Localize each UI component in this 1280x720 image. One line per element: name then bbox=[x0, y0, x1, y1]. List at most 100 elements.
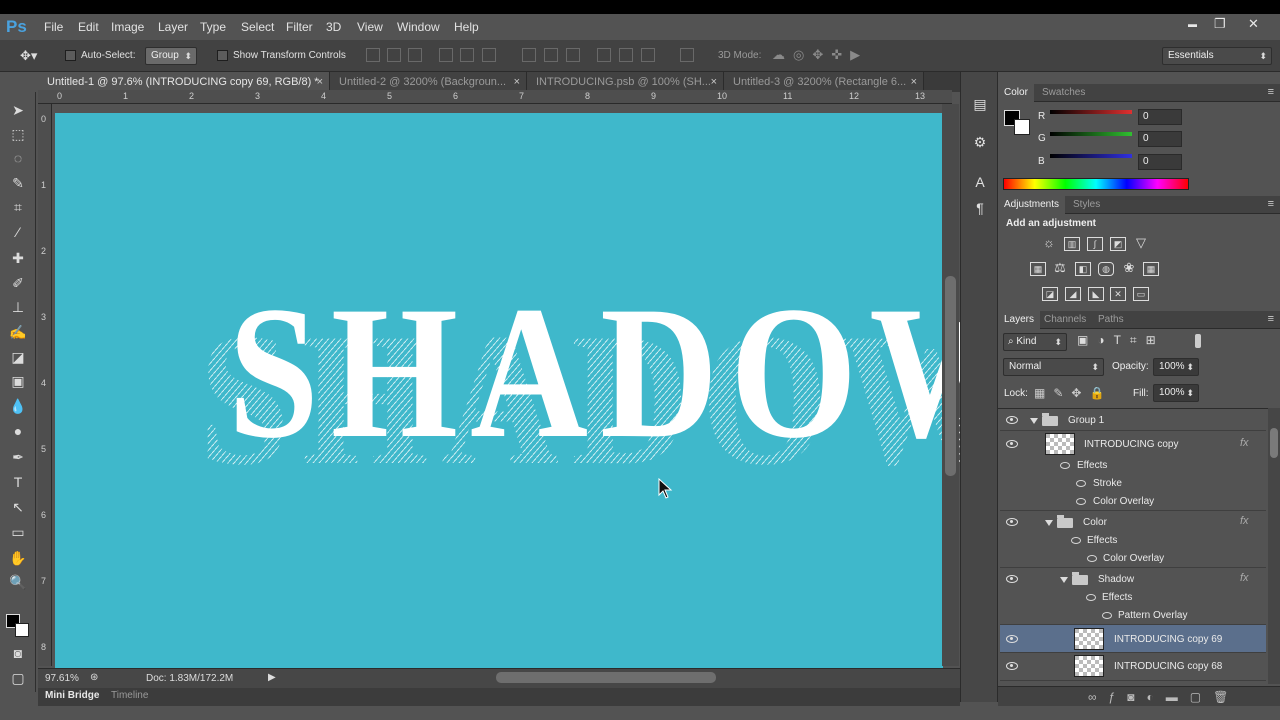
path-select-tool-icon[interactable]: ↖ bbox=[8, 497, 28, 517]
menu-layer[interactable]: Layer bbox=[158, 20, 188, 34]
channel-b-slider[interactable] bbox=[1050, 154, 1132, 158]
tab-channels[interactable]: Channels bbox=[1038, 311, 1092, 329]
effect-eye-icon[interactable] bbox=[1071, 537, 1081, 544]
vibrance-icon[interactable]: ▽ bbox=[1133, 236, 1149, 251]
hue-saturation-icon[interactable]: ▦ bbox=[1030, 262, 1046, 276]
close-tab-icon[interactable]: × bbox=[317, 72, 323, 92]
distribute-right-icon[interactable] bbox=[641, 48, 655, 62]
horizontal-scroll-thumb[interactable] bbox=[496, 672, 716, 683]
photo-filter-icon[interactable]: ◍ bbox=[1098, 262, 1114, 276]
visibility-eye-icon[interactable] bbox=[1006, 575, 1018, 583]
auto-align-icon[interactable] bbox=[680, 48, 694, 62]
expand-arrow-icon[interactable] bbox=[1030, 418, 1038, 424]
menu-3d[interactable]: 3D bbox=[326, 20, 341, 34]
color-spectrum-ramp[interactable] bbox=[1003, 178, 1189, 190]
menu-help[interactable]: Help bbox=[454, 20, 479, 34]
layer-effects-fx-icon[interactable]: fx bbox=[1240, 572, 1249, 584]
color-balance-icon[interactable]: ⚖ bbox=[1052, 261, 1068, 276]
visibility-eye-icon[interactable] bbox=[1006, 518, 1018, 526]
lasso-tool-icon[interactable]: ◌ bbox=[8, 148, 28, 168]
menu-image[interactable]: Image bbox=[111, 20, 144, 34]
opacity-field[interactable]: 100% bbox=[1153, 358, 1199, 376]
gradient-map-icon[interactable]: ▭ bbox=[1133, 287, 1149, 301]
threshold-icon[interactable]: ◣ bbox=[1088, 287, 1104, 301]
minimize-button[interactable]: ▬ bbox=[1188, 19, 1197, 29]
rectangle-tool-icon[interactable]: ▭ bbox=[8, 522, 28, 542]
distribute-left-icon[interactable] bbox=[597, 48, 611, 62]
history-brush-icon[interactable]: ✍ bbox=[8, 322, 28, 342]
move-tool-icon[interactable]: ➤ bbox=[8, 100, 28, 120]
tab-paths[interactable]: Paths bbox=[1092, 311, 1130, 329]
history-panel-icon[interactable]: ▤ bbox=[970, 94, 990, 114]
channel-b-value[interactable]: 0 bbox=[1138, 154, 1182, 170]
tab-untitled-1[interactable]: Untitled-1 @ 97.6% (INTRODUCING copy 69,… bbox=[38, 72, 330, 92]
auto-select-dropdown[interactable]: Group bbox=[145, 47, 197, 65]
gradient-tool-icon[interactable]: ▣ bbox=[8, 371, 28, 391]
layer-row[interactable] bbox=[1000, 409, 1266, 431]
layer-kind-filter[interactable]: ⌕ Kind bbox=[1003, 333, 1067, 351]
tab-introducing-psb[interactable]: INTRODUCING.psb @ 100% (SH... × bbox=[527, 72, 724, 92]
close-tab-icon[interactable]: × bbox=[911, 72, 917, 92]
exposure-icon[interactable]: ◩ bbox=[1110, 237, 1126, 251]
levels-icon[interactable]: ▥ bbox=[1064, 237, 1080, 251]
blend-mode-dropdown[interactable]: Normal bbox=[1003, 358, 1104, 376]
layer-effects-fx-icon[interactable]: fx bbox=[1240, 515, 1249, 527]
posterize-icon[interactable]: ◢ bbox=[1065, 287, 1081, 301]
menu-file[interactable]: File bbox=[44, 20, 63, 34]
effect-eye-icon[interactable] bbox=[1086, 594, 1096, 601]
tab-swatches[interactable]: Swatches bbox=[1036, 84, 1091, 102]
stamp-tool-icon[interactable]: ⊥ bbox=[8, 297, 28, 317]
menu-view[interactable]: View bbox=[357, 20, 383, 34]
background-color-swatch[interactable] bbox=[15, 623, 29, 637]
eraser-tool-icon[interactable]: ◪ bbox=[8, 347, 28, 367]
pen-tool-icon[interactable]: ✒ bbox=[8, 447, 28, 467]
menu-edit[interactable]: Edit bbox=[78, 20, 99, 34]
close-tab-icon[interactable]: × bbox=[711, 72, 717, 92]
selective-color-icon[interactable]: ✕ bbox=[1110, 287, 1126, 301]
invert-icon[interactable]: ◪ bbox=[1042, 287, 1058, 301]
effect-eye-icon[interactable] bbox=[1076, 480, 1086, 487]
channel-g-value[interactable]: 0 bbox=[1138, 131, 1182, 147]
dodge-tool-icon[interactable]: ● bbox=[8, 421, 28, 441]
blur-tool-icon[interactable]: 💧 bbox=[8, 396, 28, 416]
align-vcenter-icon[interactable] bbox=[387, 48, 401, 62]
distribute-bottom-icon[interactable] bbox=[566, 48, 580, 62]
effect-eye-icon[interactable] bbox=[1060, 462, 1070, 469]
visibility-eye-icon[interactable] bbox=[1006, 662, 1018, 670]
workspace-dropdown[interactable]: Essentials bbox=[1162, 47, 1272, 65]
filter-toggle-icon[interactable] bbox=[1195, 334, 1201, 348]
visibility-eye-icon[interactable] bbox=[1006, 440, 1018, 448]
menu-window[interactable]: Window bbox=[397, 20, 440, 34]
channel-mixer-icon[interactable]: ❀ bbox=[1121, 261, 1137, 276]
paragraph-panel-icon[interactable]: ¶ bbox=[970, 198, 990, 218]
channel-g-slider[interactable] bbox=[1050, 132, 1132, 136]
screen-mode-icon[interactable]: ▢ bbox=[8, 668, 28, 688]
auto-select-checkbox[interactable] bbox=[65, 50, 76, 61]
color-bg-swatch[interactable] bbox=[1014, 119, 1030, 135]
distribute-vcenter-icon[interactable] bbox=[544, 48, 558, 62]
tab-color[interactable]: Color bbox=[998, 84, 1034, 102]
move-tool-preset-icon[interactable]: ✥▾ bbox=[20, 48, 37, 64]
color-lookup-icon[interactable]: ▦ bbox=[1143, 262, 1159, 276]
status-info-icon[interactable]: ⊛ bbox=[90, 672, 98, 683]
brush-tool-icon[interactable]: ✐ bbox=[8, 273, 28, 293]
align-hcenter-icon[interactable] bbox=[460, 48, 474, 62]
zoom-level[interactable]: 97.61% bbox=[45, 673, 79, 684]
layer-effects-fx-icon[interactable]: fx bbox=[1240, 437, 1249, 449]
align-right-icon[interactable] bbox=[482, 48, 496, 62]
black-white-icon[interactable]: ◧ bbox=[1075, 262, 1091, 276]
close-tab-icon[interactable]: × bbox=[514, 72, 520, 92]
channel-r-value[interactable]: 0 bbox=[1138, 109, 1182, 125]
tab-mini-bridge[interactable]: Mini Bridge bbox=[45, 690, 99, 701]
tab-styles[interactable]: Styles bbox=[1067, 196, 1106, 214]
visibility-eye-icon[interactable] bbox=[1006, 635, 1018, 643]
align-top-icon[interactable] bbox=[366, 48, 380, 62]
status-menu-arrow-icon[interactable]: ▶ bbox=[268, 672, 276, 683]
menu-select[interactable]: Select bbox=[241, 20, 274, 34]
properties-panel-icon[interactable]: ⚙ bbox=[970, 132, 990, 152]
marquee-tool-icon[interactable]: ⬚ bbox=[8, 124, 28, 144]
visibility-eye-icon[interactable] bbox=[1006, 416, 1018, 424]
distribute-hcenter-icon[interactable] bbox=[619, 48, 633, 62]
align-left-icon[interactable] bbox=[439, 48, 453, 62]
tab-untitled-3[interactable]: Untitled-3 @ 3200% (Rectangle 6... × bbox=[724, 72, 924, 92]
